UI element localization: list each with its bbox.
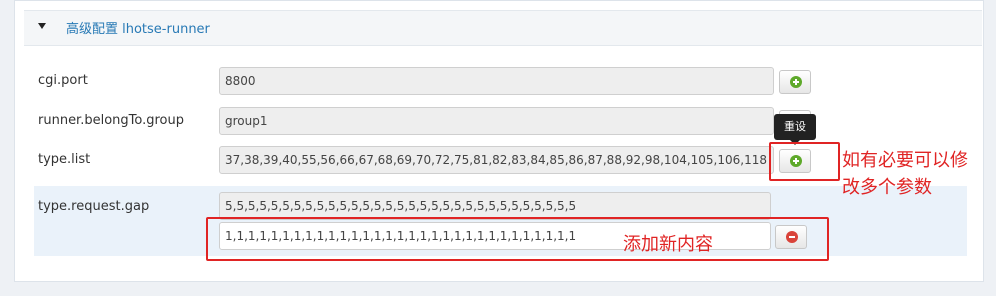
annotation-modify-line1: 如有必要可以修 xyxy=(842,150,968,171)
annotation-modify-line2: 改多个参数 xyxy=(842,177,932,198)
cgi-port-input[interactable]: 8800 xyxy=(219,67,774,95)
caret-down-icon[interactable] xyxy=(38,23,46,29)
runner-group-input[interactable]: group1 xyxy=(219,107,774,135)
type-request-gap-input[interactable]: 5,5,5,5,5,5,5,5,5,5,5,5,5,5,5,5,5,5,5,5,… xyxy=(219,192,771,220)
label-type-list: type.list xyxy=(38,152,91,167)
annotation-add-new: 添加新内容 xyxy=(623,234,713,255)
panel-title[interactable]: 高级配置 lhotse-runner xyxy=(66,18,210,37)
label-type-request-gap: type.request.gap xyxy=(38,199,150,214)
label-cgi-port: cgi.port xyxy=(38,73,88,88)
type-list-input[interactable]: 37,38,39,40,55,56,66,67,68,69,70,72,75,8… xyxy=(219,146,774,174)
add-button-cgi-port[interactable] xyxy=(779,70,811,94)
label-runner-group: runner.belongTo.group xyxy=(38,113,184,128)
plus-circle-icon xyxy=(790,76,802,88)
annotation-box-new-entry xyxy=(206,217,829,261)
reset-tooltip: 重设 xyxy=(774,114,816,140)
annotation-box-add xyxy=(769,142,840,181)
